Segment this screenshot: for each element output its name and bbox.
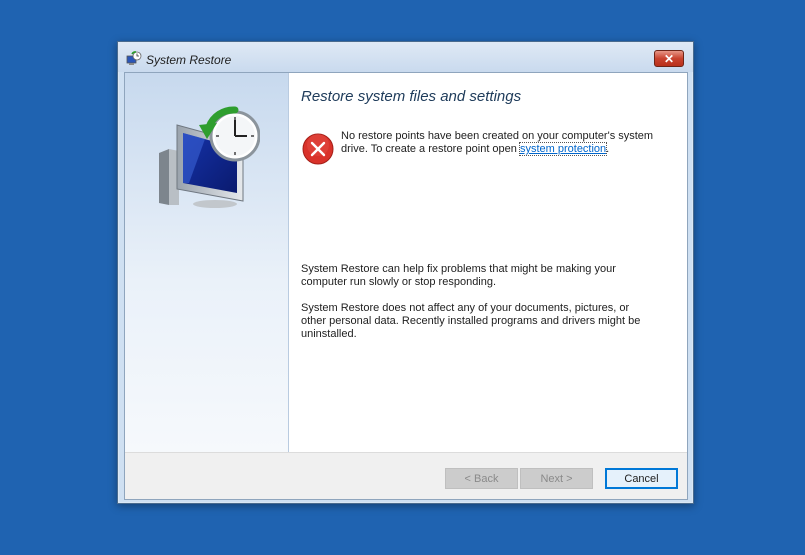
content-panel: Restore system files and settings No res… [289,73,687,452]
footer-divider [125,452,687,453]
title-bar[interactable]: System Restore ✕ [118,42,693,72]
info-paragraph-2: System Restore does not affect any of yo… [301,302,641,340]
window-title: System Restore [146,53,232,67]
system-restore-icon [126,51,142,65]
system-protection-link[interactable]: system protection [518,142,608,156]
next-button[interactable]: Next > [520,468,593,489]
computer-clock-restore-icon [159,106,260,208]
error-message-end: . [606,143,610,155]
left-decoration-panel [125,73,289,452]
page-title: Restore system files and settings [301,88,522,105]
dialog-client-area: Restore system files and settings No res… [124,72,688,500]
close-icon: ✕ [663,51,675,66]
cancel-button[interactable]: Cancel [605,468,678,489]
info-paragraph-1: System Restore can help fix problems tha… [301,263,616,288]
system-restore-window: System Restore ✕ Restore system files an… [117,41,694,504]
error-icon [302,133,334,165]
back-button[interactable]: < Back [445,468,518,489]
close-button[interactable]: ✕ [654,50,684,67]
error-message: No restore points have been created on y… [341,130,661,156]
